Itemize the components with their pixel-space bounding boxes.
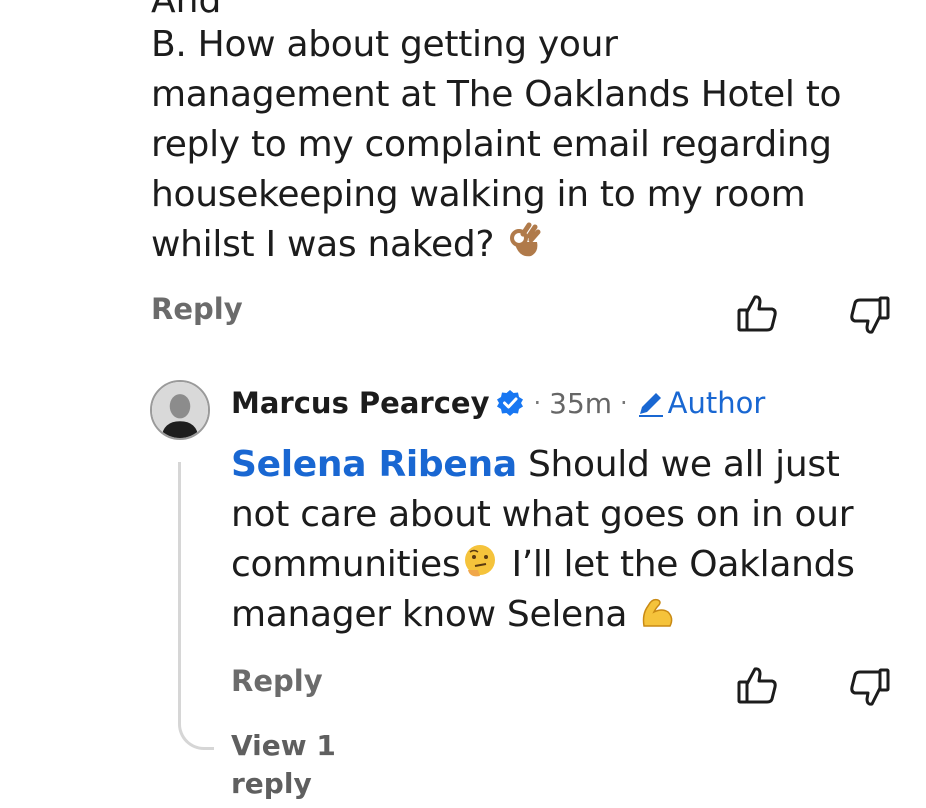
upvote-button[interactable]	[735, 292, 779, 336]
thread-connector-line	[178, 462, 214, 750]
verified-badge-icon	[497, 390, 524, 416]
meta-separator: ·	[533, 389, 542, 417]
comment-line-text: whilst I was naked?	[151, 224, 495, 265]
thumbs-down-icon	[850, 296, 890, 334]
downvote-button[interactable]	[848, 294, 892, 338]
comment-reply-button[interactable]: Reply	[151, 292, 243, 326]
thumbs-up-icon	[737, 295, 777, 332]
reply-line: not care about what goes on in our	[231, 494, 854, 535]
avatar-photo	[152, 382, 208, 438]
comment-line: housekeeping walking in to my room	[151, 174, 806, 215]
reply-line: Selena Ribena Should we all just	[231, 440, 911, 490]
ok-hand-emoji	[510, 222, 541, 257]
comment-line: reply to my complaint email regarding	[151, 124, 832, 165]
view-replies-link[interactable]: View 1 reply	[231, 727, 351, 803]
thumbs-up-icon	[737, 667, 777, 704]
mention-link[interactable]: Selena Ribena	[231, 444, 517, 485]
thumbs-down-icon	[850, 668, 890, 706]
reply-line-text: manager know Selena	[231, 594, 628, 635]
reply-line-text: I’ll let the Oaklands	[500, 544, 855, 585]
reply-upvote-button[interactable]	[735, 664, 779, 708]
comment-line-last: whilst I was naked?	[151, 220, 911, 270]
view-replies-line: reply	[231, 767, 312, 800]
author-tag: Author	[667, 386, 766, 420]
flexed-biceps-emoji	[643, 598, 673, 627]
view-replies-line: View 1	[231, 729, 336, 762]
comment-text: B. How about getting your management at …	[151, 20, 911, 270]
meta-separator: ·	[620, 389, 628, 417]
pencil-icon	[638, 393, 663, 417]
thinking-face-emoji	[465, 545, 496, 577]
reply-reply-button[interactable]: Reply	[231, 664, 323, 698]
reply-text: Selena Ribena Should we all just not car…	[231, 440, 911, 640]
comment-line: B. How about getting your	[151, 24, 618, 65]
reply-line-text: Should we all just	[516, 444, 840, 485]
timestamp: 35m	[549, 386, 613, 420]
comment-line: management at The Oaklands Hotel to	[151, 74, 842, 115]
reply-meta: Marcus Pearcey · 35m · Author	[231, 380, 765, 426]
avatar[interactable]	[150, 380, 210, 440]
reply-line: manager know Selena	[231, 590, 911, 640]
reply-line-text: communities	[231, 544, 461, 585]
reply-downvote-button[interactable]	[848, 666, 892, 710]
reply-line: communities I’ll let the Oaklands	[231, 540, 911, 590]
author-name[interactable]: Marcus Pearcey	[231, 386, 489, 420]
